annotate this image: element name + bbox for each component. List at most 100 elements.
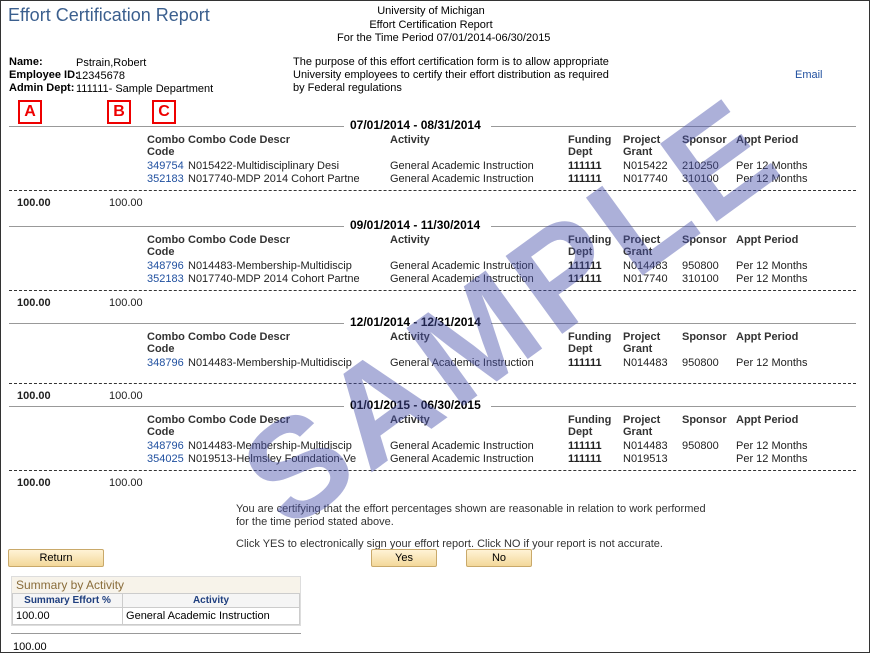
- col-funding-dept-line1: Funding: [568, 134, 612, 146]
- combo-code-link[interactable]: 349754: [147, 160, 184, 172]
- period-rule-right: [491, 406, 856, 407]
- time-period-value: 07/01/2014-06/30/2015: [436, 32, 551, 44]
- combo-code-descr: N014483-Membership-Multidiscip: [188, 357, 352, 369]
- appt-period: Per 12 Months: [736, 453, 808, 465]
- col-project-grant-line1: Project: [623, 414, 661, 426]
- section-total-appointment: 100.00: [109, 477, 143, 489]
- summary-activity-value: General Academic Instruction: [122, 607, 300, 625]
- section-total-certified: 100.00: [17, 477, 51, 489]
- activity: General Academic Instruction: [390, 453, 534, 465]
- return-button[interactable]: Return: [8, 549, 104, 567]
- sponsor: 950800: [682, 357, 719, 369]
- period-rule-left: [9, 126, 344, 127]
- col-project-grant: Project Grant: [623, 134, 660, 158]
- col-project-grant-line1: Project: [623, 234, 661, 246]
- combo-code-descr: N017740-MDP 2014 Cohort Partne: [188, 273, 360, 285]
- col-combo-code: Combo Code: [147, 134, 185, 158]
- marker-a: A: [18, 100, 42, 124]
- summary-by-activity: Summary by Activity Summary Effort % Act…: [11, 576, 301, 626]
- yes-button[interactable]: Yes: [371, 549, 437, 567]
- period-rule-left: [9, 406, 344, 407]
- col-combo-descr: Combo Code Descr: [188, 414, 290, 426]
- project-grant: N019513: [623, 453, 668, 465]
- instruction-text: Click YES to electronically sign your ef…: [236, 538, 663, 550]
- col-combo-code-line1: Combo: [147, 234, 185, 246]
- activity: General Academic Instruction: [390, 440, 534, 452]
- project-grant: N014483: [623, 260, 668, 272]
- col-project-grant-line1: Project: [623, 331, 661, 343]
- appt-period: Per 12 Months: [736, 273, 808, 285]
- section-total-appointment: 100.00: [109, 197, 143, 209]
- certify-text: You are certifying that the effort perce…: [236, 503, 706, 528]
- project-grant: N015422: [623, 160, 668, 172]
- combo-code-link[interactable]: 354025: [147, 453, 184, 465]
- no-button[interactable]: No: [466, 549, 532, 567]
- col-project-grant-line1: Project: [623, 134, 661, 146]
- col-sponsor-line1: Sponsor: [682, 414, 727, 426]
- funding-dept: 111111: [568, 260, 602, 272]
- admin-dept-label: Admin Dept:: [9, 82, 75, 94]
- col-activity-line1: Activity: [390, 134, 430, 146]
- combo-code-link[interactable]: 348796: [147, 440, 184, 452]
- combo-code-link[interactable]: 348796: [147, 357, 184, 369]
- university-name: University of Michigan: [377, 5, 485, 17]
- col-combo-descr: Combo Code Descr: [188, 134, 290, 146]
- col-project-grant: Project Grant: [623, 331, 660, 355]
- col-appt-period-line1: Appt Period: [736, 331, 799, 343]
- combo-code-descr: N017740-MDP 2014 Cohort Partne: [188, 173, 360, 185]
- col-appt-period-line1: Appt Period: [736, 134, 799, 146]
- section-dashed-divider: [9, 470, 856, 471]
- col-combo-code-line2: Code: [147, 426, 175, 438]
- col-appt-period-line1: Appt Period: [736, 234, 799, 246]
- activity: General Academic Instruction: [390, 357, 534, 369]
- col-sponsor: Sponsor: [682, 414, 727, 426]
- col-activity: Activity: [390, 234, 430, 246]
- project-grant: N014483: [623, 440, 668, 452]
- name-label: Name:: [9, 56, 43, 68]
- summary-divider: [11, 633, 301, 634]
- col-combo-descr: Combo Code Descr: [188, 331, 290, 343]
- project-grant: N017740: [623, 273, 668, 285]
- col-combo-code-line2: Code: [147, 343, 175, 355]
- sponsor: 950800: [682, 440, 719, 452]
- col-funding-dept-line1: Funding: [568, 414, 612, 426]
- col-sponsor-line1: Sponsor: [682, 234, 727, 246]
- period-rule-left: [9, 226, 344, 227]
- time-period-label: For the Time Period: [337, 32, 434, 44]
- col-sponsor: Sponsor: [682, 134, 727, 146]
- col-sponsor-line1: Sponsor: [682, 134, 727, 146]
- summary-col-activity: Activity: [122, 593, 300, 608]
- time-period-line: For the Time Period 07/01/2014-06/30/201…: [337, 32, 550, 44]
- col-combo-code-line2: Code: [147, 146, 175, 158]
- col-combo-descr: Combo Code Descr: [188, 234, 290, 246]
- col-combo-code: Combo Code: [147, 234, 185, 258]
- col-funding-dept: Funding Dept: [568, 414, 611, 438]
- admin-dept: 111111- Sample Department: [76, 83, 214, 95]
- col-funding-dept: Funding Dept: [568, 234, 611, 258]
- combo-code-link[interactable]: 348796: [147, 260, 184, 272]
- section-total-certified: 100.00: [17, 390, 51, 402]
- col-project-grant: Project Grant: [623, 414, 660, 438]
- section-dashed-divider: [9, 383, 856, 384]
- combo-code-link[interactable]: 352183: [147, 273, 184, 285]
- period-rule-right: [491, 323, 856, 324]
- email-link[interactable]: Email: [795, 69, 823, 81]
- col-activity-line1: Activity: [390, 331, 430, 343]
- col-combo-code-line1: Combo: [147, 134, 185, 146]
- col-project-grant-line2: Grant: [623, 146, 653, 158]
- col-combo-code-line1: Combo: [147, 331, 185, 343]
- section-dashed-divider: [9, 290, 856, 291]
- combo-code-link[interactable]: 352183: [147, 173, 184, 185]
- activity: General Academic Instruction: [390, 273, 534, 285]
- funding-dept: 111111: [568, 357, 602, 369]
- appt-period: Per 12 Months: [736, 173, 808, 185]
- col-appt-period: Appt Period: [736, 134, 798, 146]
- col-combo-code-line1: Combo: [147, 414, 185, 426]
- col-activity: Activity: [390, 134, 430, 146]
- appt-period: Per 12 Months: [736, 160, 808, 172]
- page-title: Effort Certification Report: [8, 5, 210, 25]
- col-funding-dept-line1: Funding: [568, 234, 612, 246]
- summary-caption: Summary by Activity: [12, 577, 300, 593]
- combo-code-descr: N014483-Membership-Multidiscip: [188, 440, 352, 452]
- col-funding-dept-line2: Dept: [568, 246, 593, 258]
